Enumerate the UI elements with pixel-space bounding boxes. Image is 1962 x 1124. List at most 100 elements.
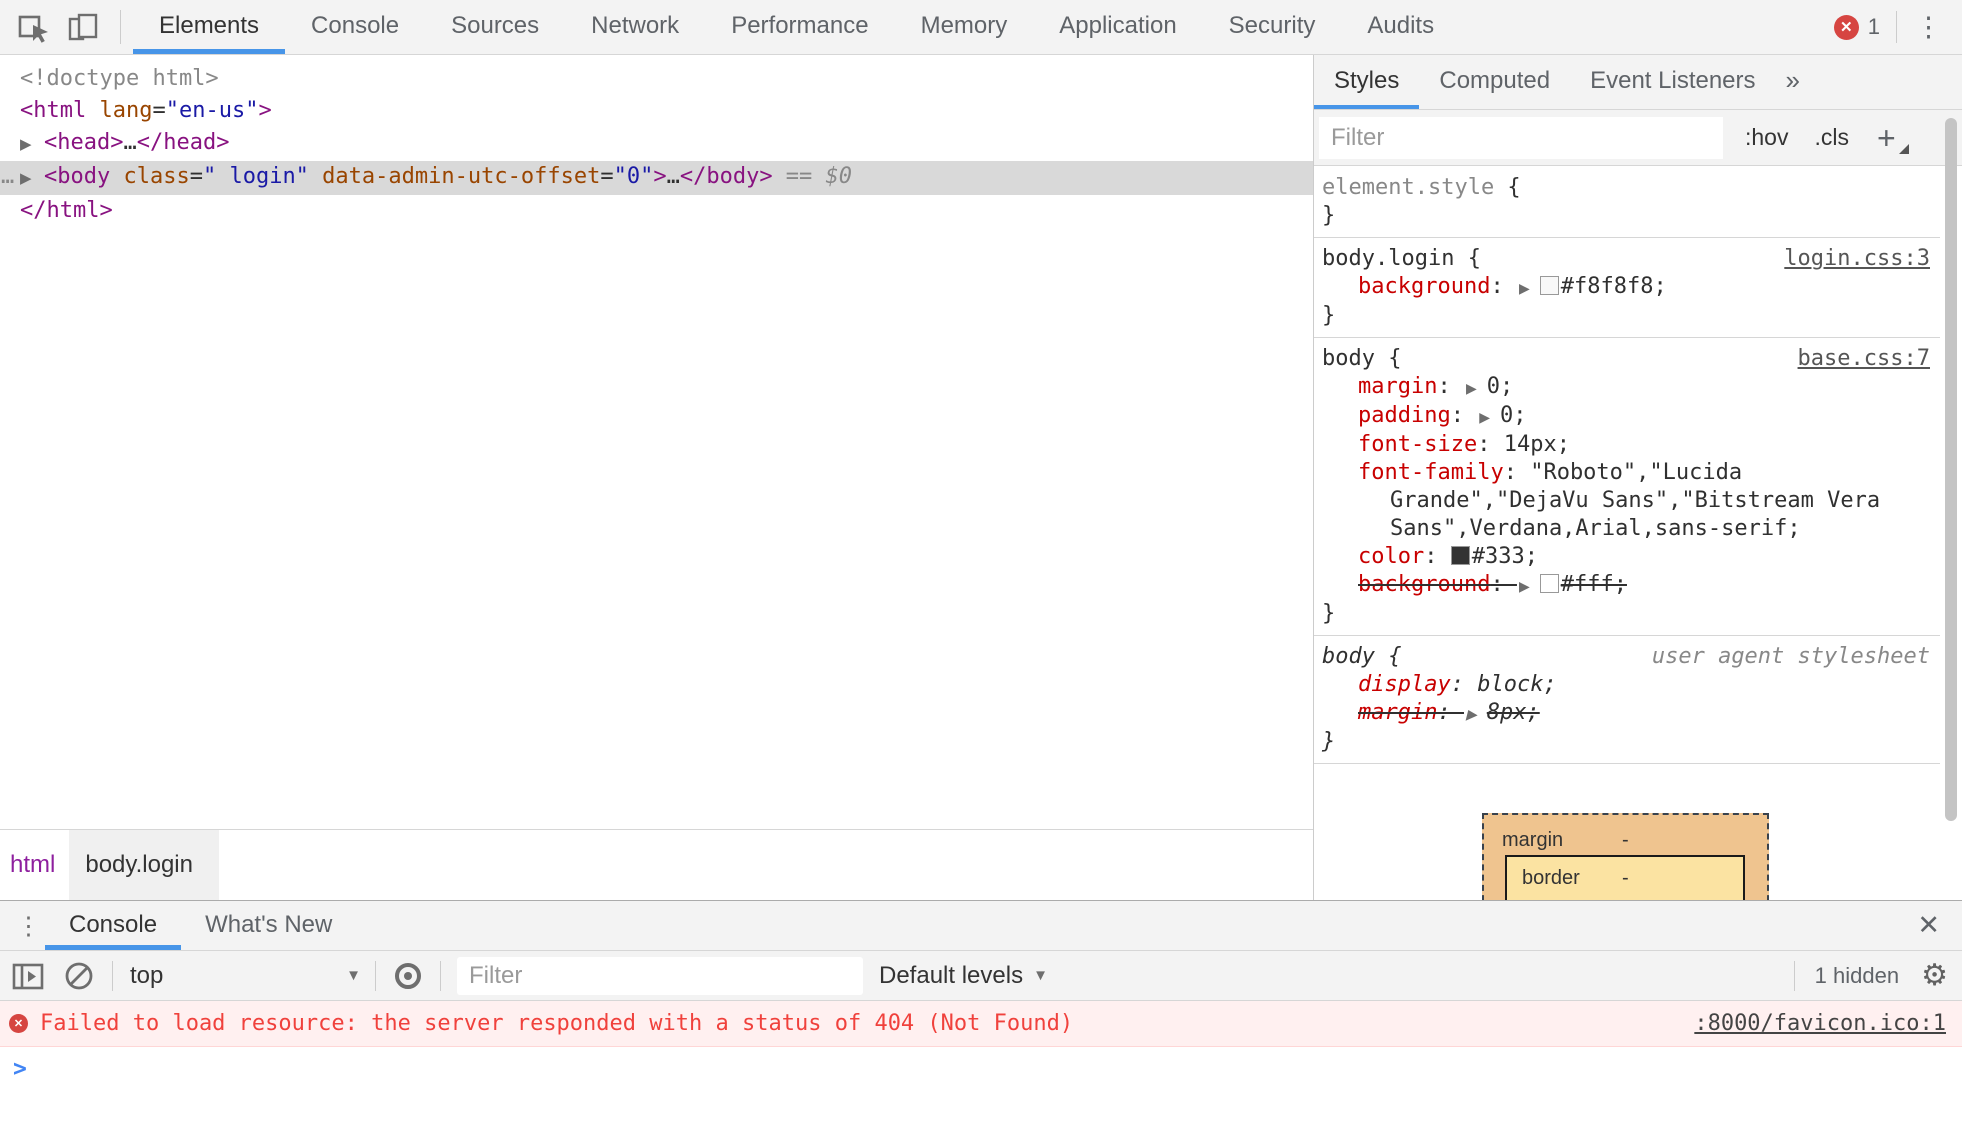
close-drawer-icon[interactable]: ✕ bbox=[1909, 901, 1948, 950]
tab-audits[interactable]: Audits bbox=[1341, 0, 1460, 54]
error-count[interactable]: 1 bbox=[1868, 14, 1880, 40]
dom-tree-node[interactable]: <html lang="en-us"> bbox=[0, 95, 1313, 127]
overflow-tabs-icon[interactable]: » bbox=[1776, 55, 1810, 109]
stylesheet-link[interactable]: base.css:7 bbox=[1798, 345, 1930, 373]
breadcrumb-item-html[interactable]: html bbox=[0, 830, 69, 900]
property-value-wrap: Grande","DejaVu Sans","Bitstream Vera bbox=[1390, 488, 1881, 513]
css-property[interactable]: background: ▶ #fff; bbox=[1314, 571, 1940, 600]
rule-selector[interactable]: element.style { bbox=[1314, 174, 1940, 202]
css-property[interactable]: padding: ▶ 0; bbox=[1314, 402, 1940, 431]
css-property[interactable]: margin: ▶ 0; bbox=[1314, 373, 1940, 402]
code-token: = bbox=[600, 164, 614, 189]
breadcrumb-item-body-login[interactable]: body.login bbox=[69, 830, 219, 900]
tab-console[interactable]: Console bbox=[285, 0, 425, 54]
toggle-element-state-button[interactable]: :hov bbox=[1745, 124, 1788, 151]
property-name: margin bbox=[1358, 700, 1438, 725]
box-model-margin-label: margin bbox=[1502, 829, 1564, 851]
new-style-rule-corner-icon bbox=[1898, 143, 1909, 154]
tab-memory[interactable]: Memory bbox=[895, 0, 1034, 54]
close-brace: } bbox=[1322, 203, 1336, 228]
dom-tree-node[interactable]: </html> bbox=[0, 195, 1313, 227]
close-brace: } bbox=[1322, 601, 1336, 626]
tab-security[interactable]: Security bbox=[1203, 0, 1342, 54]
colon: : bbox=[1437, 700, 1464, 725]
property-value: block; bbox=[1477, 672, 1557, 697]
css-property[interactable]: font-size: 14px; bbox=[1314, 431, 1940, 459]
css-property[interactable]: display: block; bbox=[1314, 671, 1940, 699]
console-prompt[interactable]: > bbox=[0, 1047, 1962, 1091]
hidden-messages-count: 1 hidden bbox=[1814, 962, 1900, 988]
css-property[interactable]: background: ▶ #f8f8f8; bbox=[1314, 273, 1940, 302]
styles-filter-input[interactable] bbox=[1319, 116, 1723, 159]
element-classes-button[interactable]: .cls bbox=[1814, 124, 1849, 151]
toolbar-divider bbox=[375, 960, 376, 991]
toggle-device-toolbar-icon[interactable] bbox=[66, 10, 100, 44]
color-swatch[interactable] bbox=[1450, 546, 1470, 565]
dom-tree: <!doctype html> <html lang="en-us"> ▶ <head… bbox=[0, 55, 1313, 829]
tab-network[interactable]: Network bbox=[565, 0, 705, 54]
console-error-message-row[interactable]: ✕ Failed to load resource: the server re… bbox=[0, 1001, 1962, 1047]
tabbar-right-controls: ✕ 1 ⋮ bbox=[1833, 0, 1962, 54]
tab-performance[interactable]: Performance bbox=[705, 0, 894, 54]
code-token: … bbox=[666, 164, 680, 189]
log-levels-select[interactable]: Default levels ▼ bbox=[879, 962, 1048, 990]
console-settings-gear-icon[interactable]: ⚙ bbox=[1921, 960, 1948, 991]
tab-sources[interactable]: Sources bbox=[425, 0, 565, 54]
css-property[interactable]: color: #333; bbox=[1314, 543, 1940, 571]
toolbar-divider bbox=[1793, 960, 1795, 991]
css-property[interactable]: margin: ▶ 8px; bbox=[1314, 699, 1940, 728]
expand-arrow-icon[interactable]: ▶ bbox=[1466, 700, 1477, 728]
styles-scrollbar[interactable] bbox=[1940, 55, 1962, 900]
show-console-sidebar-icon[interactable] bbox=[10, 960, 46, 992]
colon: : bbox=[1477, 432, 1504, 457]
code-token: </html> bbox=[20, 198, 113, 223]
drawer-menu-icon[interactable]: ⋮ bbox=[16, 911, 41, 941]
expand-arrow-icon[interactable]: ▶ bbox=[1466, 374, 1477, 402]
tab-event-listeners[interactable]: Event Listeners bbox=[1570, 55, 1775, 109]
console-filter-input[interactable] bbox=[457, 956, 863, 995]
tab-elements[interactable]: Elements bbox=[133, 0, 285, 54]
expand-arrow-icon[interactable]: ▶ bbox=[1519, 274, 1530, 302]
css-property[interactable]: font-family: "Roboto","Lucida bbox=[1314, 459, 1940, 487]
color-swatch[interactable] bbox=[1539, 574, 1559, 593]
css-rule[interactable]: user agent stylesheet body {display: bloc… bbox=[1314, 636, 1940, 764]
tab-whats-new[interactable]: What's New bbox=[181, 901, 356, 950]
dom-tree-node[interactable]: <!doctype html> bbox=[0, 63, 1313, 95]
error-source-link[interactable]: :8000/favicon.ico:1 bbox=[1694, 1011, 1946, 1036]
tab-computed[interactable]: Computed bbox=[1419, 55, 1570, 109]
selector-text: element.style bbox=[1322, 175, 1495, 200]
dom-tree-node[interactable]: ▶ <head>…</head> bbox=[0, 127, 1313, 161]
expand-arrow-icon[interactable]: ▶ bbox=[1479, 403, 1490, 431]
javascript-context-select[interactable]: top ▼ bbox=[113, 962, 375, 990]
css-rule[interactable]: element.style {} bbox=[1314, 167, 1940, 238]
tab-console[interactable]: Console bbox=[45, 901, 181, 950]
expand-arrow-icon[interactable]: ▶ bbox=[20, 163, 44, 195]
tab-styles[interactable]: Styles bbox=[1314, 55, 1419, 109]
code-token: "en-us" bbox=[165, 98, 259, 123]
stylesheet-link[interactable]: login.css:3 bbox=[1784, 245, 1930, 273]
toolbar-divider bbox=[1896, 11, 1897, 43]
code-token: "0" bbox=[613, 164, 654, 189]
property-value: #333; bbox=[1471, 544, 1538, 569]
more-options-icon[interactable]: ⋮ bbox=[1915, 13, 1942, 41]
error-message-text: Failed to load resource: the server resp… bbox=[40, 1011, 1074, 1036]
inspect-element-icon[interactable] bbox=[16, 10, 50, 44]
expand-arrow-icon[interactable]: ▶ bbox=[20, 129, 44, 161]
code-token: > bbox=[258, 98, 272, 123]
css-rule[interactable]: login.css:3 body.login {background: ▶ #f8f… bbox=[1314, 238, 1940, 338]
error-badge-icon[interactable]: ✕ bbox=[1833, 14, 1859, 40]
create-live-expression-icon[interactable] bbox=[390, 958, 426, 994]
property-name: background bbox=[1358, 274, 1491, 299]
dom-tree-node[interactable]: … ▶ <body class=" login" data-admin-utc-of… bbox=[0, 161, 1313, 195]
property-name: display bbox=[1358, 672, 1451, 697]
styles-toolbar: :hov .cls + bbox=[1314, 110, 1962, 166]
scrollbar-thumb[interactable] bbox=[1945, 118, 1957, 821]
css-rule[interactable]: base.css:7 body {margin: ▶ 0; padding: ▶ 0; f… bbox=[1314, 338, 1940, 636]
main-tabs: Elements Console Sources Network Performance… bbox=[133, 0, 1460, 54]
code-token: </head> bbox=[136, 130, 230, 155]
tab-application[interactable]: Application bbox=[1033, 0, 1202, 54]
expand-arrow-icon[interactable]: ▶ bbox=[1519, 572, 1530, 600]
new-style-rule-button[interactable]: + bbox=[1877, 122, 1896, 154]
color-swatch[interactable] bbox=[1539, 276, 1559, 295]
clear-console-icon[interactable] bbox=[62, 959, 96, 993]
